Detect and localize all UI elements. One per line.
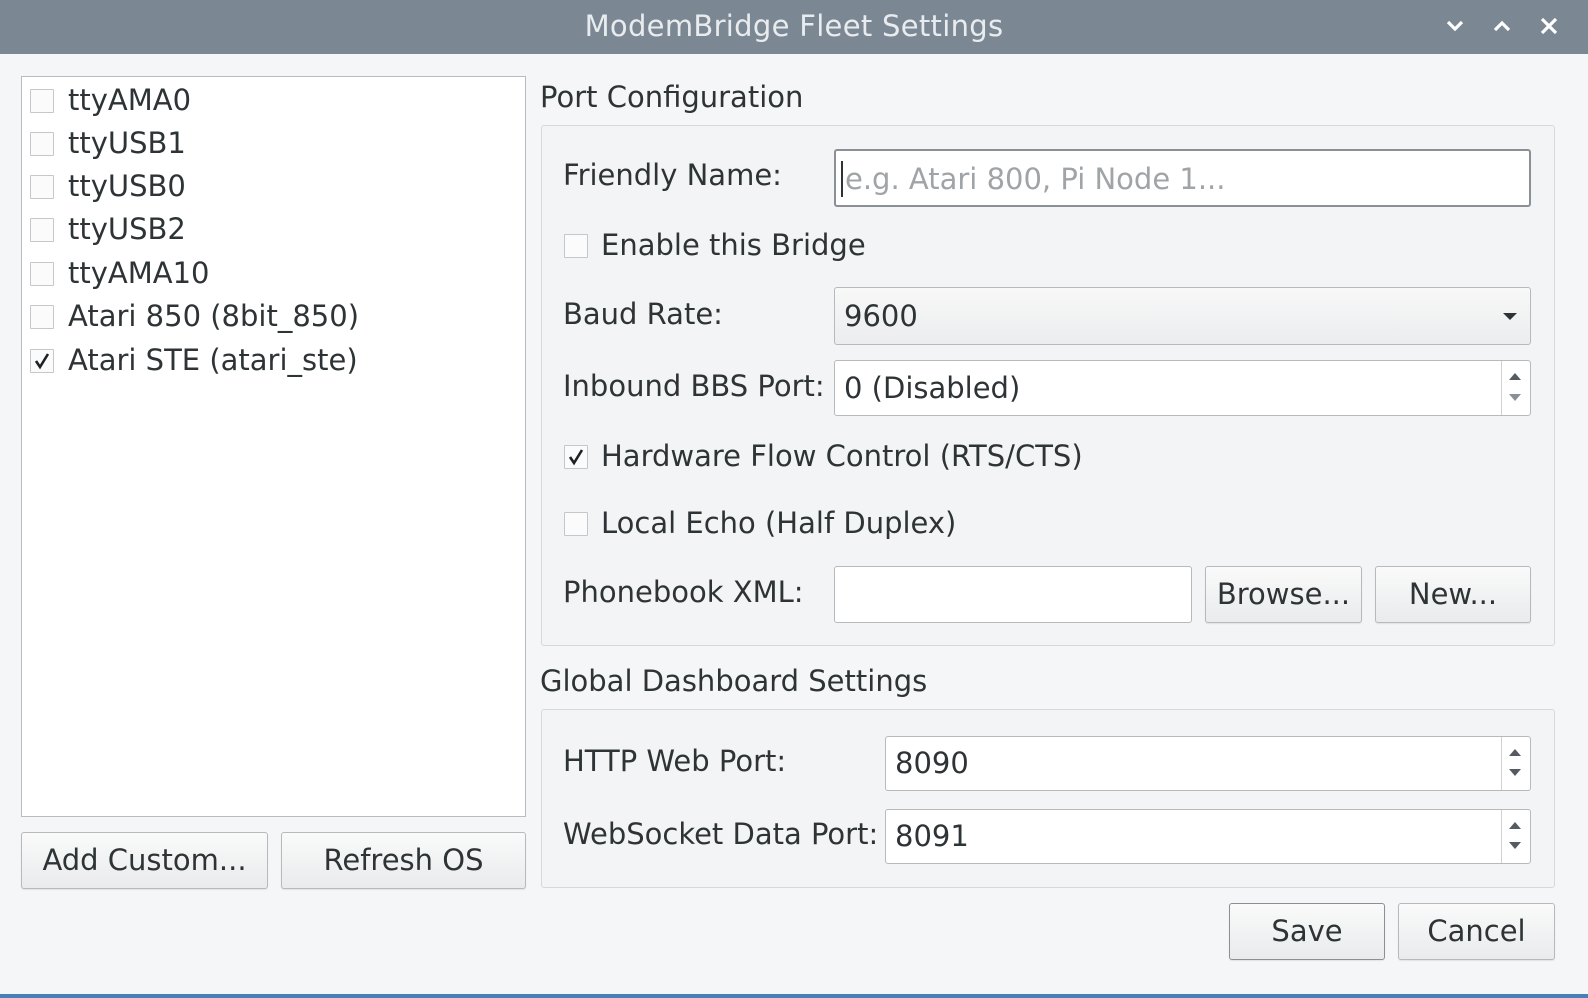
device-checkbox[interactable] [30, 262, 54, 286]
friendly-name-input[interactable]: e.g. Atari 800, Pi Node 1... [834, 149, 1531, 207]
device-list[interactable]: ttyAMA0 ttyUSB1 ttyUSB0 ttyUSB2 ttyAMA10… [21, 76, 526, 817]
device-item[interactable]: ttyAMA10 [22, 252, 525, 292]
device-item[interactable]: ttyUSB0 [22, 165, 525, 205]
chevron-down-icon [1446, 20, 1464, 32]
device-item[interactable]: ttyAMA0 [22, 79, 525, 119]
spin-up-icon[interactable] [1508, 747, 1522, 757]
friendly-name-label: Friendly Name: [563, 158, 782, 192]
websocket-port-spin-buttons[interactable] [1501, 810, 1530, 863]
websocket-port-spinbox[interactable]: 8091 [885, 809, 1531, 864]
browse-button[interactable]: Browse... [1205, 566, 1362, 623]
device-checkbox[interactable] [30, 349, 54, 373]
device-label: ttyUSB2 [68, 212, 186, 246]
local-echo-label: Local Echo (Half Duplex) [601, 506, 957, 540]
bbs-port-value: 0 (Disabled) [844, 371, 1021, 405]
local-echo-checkbox[interactable] [564, 512, 588, 536]
enable-bridge-row[interactable]: Enable this Bridge [564, 228, 964, 264]
device-checkbox[interactable] [30, 132, 54, 156]
device-checkbox[interactable] [30, 89, 54, 113]
http-port-value: 8090 [895, 746, 969, 780]
baud-rate-select[interactable]: 9600 [834, 287, 1531, 345]
http-port-spin-buttons[interactable] [1501, 737, 1530, 790]
device-item[interactable]: Atari STE (atari_ste) [22, 339, 525, 379]
new-label: New... [1408, 577, 1498, 611]
enable-bridge-checkbox[interactable] [564, 234, 588, 258]
spin-down-icon[interactable] [1508, 393, 1522, 403]
close-button[interactable] [1534, 11, 1564, 41]
browse-label: Browse... [1216, 577, 1351, 611]
window-title: ModemBridge Fleet Settings [584, 9, 1004, 43]
device-label: ttyUSB0 [68, 169, 186, 203]
cancel-button[interactable]: Cancel [1398, 903, 1555, 960]
spin-down-icon[interactable] [1508, 768, 1522, 778]
spin-down-icon[interactable] [1508, 841, 1522, 851]
save-button[interactable]: Save [1229, 903, 1385, 960]
device-label: ttyAMA10 [68, 256, 210, 290]
bbs-port-spinbox[interactable]: 0 (Disabled) [834, 360, 1531, 416]
spin-up-icon[interactable] [1508, 820, 1522, 830]
text-caret [841, 161, 843, 197]
baud-rate-value: 9600 [844, 299, 918, 333]
device-item[interactable]: ttyUSB1 [22, 122, 525, 162]
baud-rate-label: Baud Rate: [563, 297, 723, 331]
device-label: ttyAMA0 [68, 83, 192, 117]
local-echo-row[interactable]: Local Echo (Half Duplex) [564, 506, 1164, 542]
refresh-os-button[interactable]: Refresh OS [281, 832, 526, 889]
http-port-label: HTTP Web Port: [563, 744, 787, 778]
checkmark-icon [568, 449, 584, 466]
title-bar: ModemBridge Fleet Settings [0, 0, 1588, 54]
flow-control-checkbox[interactable] [564, 445, 588, 469]
new-phonebook-button[interactable]: New... [1375, 566, 1531, 623]
phonebook-input[interactable] [834, 566, 1192, 623]
bbs-port-spin-buttons[interactable] [1501, 361, 1530, 415]
add-custom-label: Add Custom... [42, 843, 247, 877]
dropdown-arrow-icon [1503, 313, 1517, 320]
phonebook-label: Phonebook XML: [563, 575, 804, 609]
bottom-border [0, 994, 1588, 998]
device-label: Atari STE (atari_ste) [68, 343, 358, 377]
websocket-port-label: WebSocket Data Port: [563, 817, 879, 851]
checkmark-icon [34, 353, 50, 370]
save-label: Save [1271, 914, 1343, 948]
device-item[interactable]: ttyUSB2 [22, 208, 525, 248]
websocket-port-value: 8091 [895, 819, 969, 853]
device-checkbox[interactable] [30, 218, 54, 242]
minimize-button[interactable] [1440, 11, 1470, 41]
enable-bridge-label: Enable this Bridge [601, 228, 866, 262]
http-port-spinbox[interactable]: 8090 [885, 736, 1531, 791]
flow-control-label: Hardware Flow Control (RTS/CTS) [601, 439, 1083, 473]
add-custom-button[interactable]: Add Custom... [21, 832, 268, 889]
chevron-up-icon [1493, 20, 1511, 32]
device-item[interactable]: Atari 850 (8bit_850) [22, 295, 525, 335]
bbs-port-label: Inbound BBS Port: [563, 369, 825, 403]
device-checkbox[interactable] [30, 175, 54, 199]
device-checkbox[interactable] [30, 305, 54, 329]
maximize-button[interactable] [1487, 11, 1517, 41]
global-settings-title: Global Dashboard Settings [540, 664, 928, 698]
flow-control-row[interactable]: Hardware Flow Control (RTS/CTS) [564, 439, 1164, 475]
device-label: ttyUSB1 [68, 126, 186, 160]
device-label: Atari 850 (8bit_850) [68, 299, 360, 333]
cancel-label: Cancel [1427, 914, 1526, 948]
spin-up-icon[interactable] [1508, 371, 1522, 381]
port-config-title: Port Configuration [540, 80, 804, 114]
close-icon [1540, 17, 1558, 35]
friendly-name-placeholder: e.g. Atari 800, Pi Node 1... [845, 162, 1226, 196]
refresh-os-label: Refresh OS [323, 843, 484, 877]
